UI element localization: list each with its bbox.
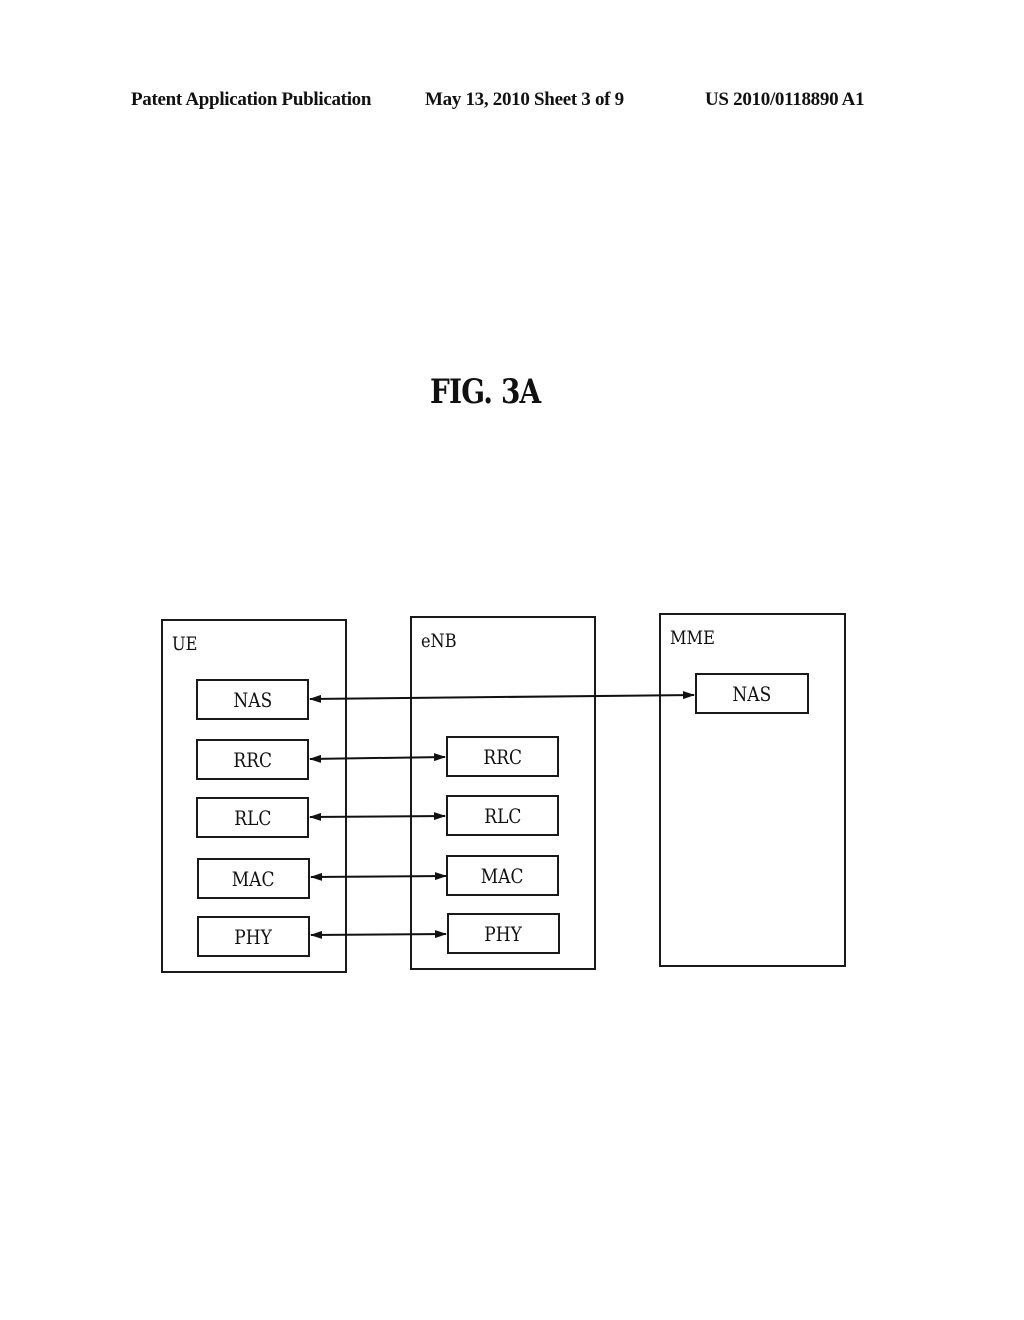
enb-layer-mac-label: MAC xyxy=(481,863,524,888)
enb-layer-rrc: RRC xyxy=(446,736,559,777)
date-sheet: May 13, 2010 Sheet 3 of 9 xyxy=(425,89,624,110)
ue-layer-phy-label: PHY xyxy=(234,924,273,949)
entity-mme: MME xyxy=(659,613,846,967)
ue-layer-rrc: RRC xyxy=(196,739,309,780)
patent-number: US 2010/0118890 A1 xyxy=(705,89,865,110)
mme-layer-nas: NAS xyxy=(695,673,809,714)
ue-layer-nas: NAS xyxy=(196,679,309,720)
enb-layer-rlc: RLC xyxy=(446,795,559,836)
figure-title: FIG. 3A xyxy=(430,372,541,412)
publication-type: Patent Application Publication xyxy=(131,89,372,110)
enb-layer-phy: PHY xyxy=(447,913,560,954)
ue-layer-rlc: RLC xyxy=(196,797,309,838)
enb-layer-phy-label: PHY xyxy=(484,921,523,946)
ue-layer-nas-label: NAS xyxy=(233,687,272,712)
ue-layer-rrc-label: RRC xyxy=(233,747,272,772)
enb-layer-rlc-label: RLC xyxy=(483,803,522,828)
enb-layer-mac: MAC xyxy=(446,855,559,896)
ue-layer-mac: MAC xyxy=(197,858,310,899)
entity-label-enb: eNB xyxy=(421,630,457,652)
enb-layer-rrc-label: RRC xyxy=(483,744,522,769)
entity-label-mme: MME xyxy=(670,627,715,649)
ue-layer-rlc-label: RLC xyxy=(233,805,272,830)
entity-label-ue: UE xyxy=(172,633,198,655)
ue-layer-mac-label: MAC xyxy=(232,866,275,891)
ue-layer-phy: PHY xyxy=(197,916,310,957)
mme-layer-nas-label: NAS xyxy=(732,681,772,706)
